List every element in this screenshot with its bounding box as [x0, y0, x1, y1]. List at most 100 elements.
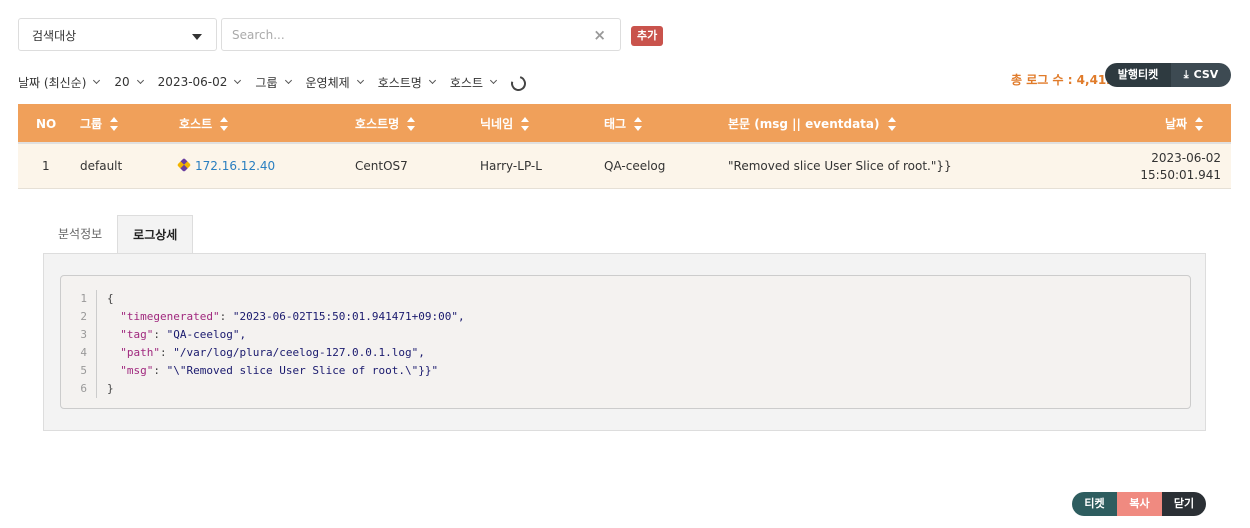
chevron-down-icon [489, 76, 498, 84]
column-label: 그룹 [80, 117, 103, 131]
line-number: 4 [80, 346, 87, 359]
cell-tag: QA-ceelog [604, 159, 666, 173]
filter-date[interactable]: 2023-06-02 [157, 75, 242, 89]
column-label: 날짜 [1165, 117, 1188, 131]
sort-icon[interactable] [1195, 116, 1204, 132]
column-date[interactable]: 날짜 [1165, 104, 1204, 144]
filter-label: 20 [114, 75, 130, 89]
sort-icon[interactable] [220, 116, 229, 132]
ticket-button[interactable]: 티켓 [1072, 492, 1117, 516]
json-value: "2023-06-02T15:50:01.941471+09:00", [232, 310, 465, 323]
json-key: "msg" [120, 364, 154, 377]
tab-log-detail[interactable]: 로그상세 [117, 215, 194, 254]
cell-hostname: CentOS7 [355, 159, 408, 173]
filter-label: 호스트 [449, 75, 483, 90]
caret-down-icon [192, 34, 202, 40]
search-target-label: 검색대상 [32, 29, 77, 43]
line-number: 2 [80, 310, 87, 323]
column-label: 닉네임 [480, 117, 514, 131]
total-log-count: 총 로그 수 : 4,412 [1011, 73, 1115, 87]
json-key: "tag" [120, 328, 154, 341]
column-nickname[interactable]: 닉네임 [480, 104, 530, 144]
column-tag[interactable]: 태그 [604, 104, 643, 144]
column-label: 태그 [604, 117, 627, 131]
code-line: { [107, 290, 465, 308]
column-label: 호스트 [179, 117, 213, 131]
filter-label: 날짜 (최신순) [18, 75, 87, 90]
column-label: NO [36, 117, 57, 131]
filter-page-size[interactable]: 20 [114, 75, 144, 89]
filter-label: 2023-06-02 [157, 75, 228, 89]
cell-group: default [80, 159, 123, 173]
filter-sort-date[interactable]: 날짜 (최신순) [18, 74, 101, 91]
json-value: "QA-ceelog", [166, 328, 247, 341]
code-line: } [107, 380, 465, 398]
cell-no: 1 [42, 159, 50, 173]
log-table: NO 그룹 호스트 호스트명 닉네임 태그 본문 (msg || eventda… [18, 104, 1231, 189]
cell-host[interactable]: 172.16.12.40 [176, 144, 275, 189]
chevron-down-icon [428, 76, 436, 84]
csv-export-button[interactable]: ⤓ CSV [1171, 63, 1231, 87]
sort-icon[interactable] [407, 116, 416, 132]
search-input[interactable] [232, 26, 582, 44]
column-label: 호스트명 [355, 117, 400, 131]
column-label: 본문 (msg || eventdata) [728, 117, 880, 131]
download-icon: ⤓ [1183, 68, 1189, 81]
brace-open: { [107, 292, 114, 305]
sort-icon[interactable] [521, 116, 530, 132]
line-number-gutter: 1 2 3 4 5 6 [61, 290, 97, 398]
csv-label: CSV [1193, 68, 1219, 81]
code-line: "msg": "\"Removed slice User Slice of ro… [120, 364, 439, 377]
filter-label: 그룹 [255, 75, 278, 90]
issued-tickets-button[interactable]: 발행티켓 [1105, 63, 1171, 87]
line-number: 3 [80, 328, 87, 341]
host-os-icon [176, 157, 192, 172]
cell-date: 2023-06-02 15:50:01.941 [1140, 150, 1221, 184]
host-link[interactable]: 172.16.12.40 [195, 159, 275, 173]
code-line: "timegenerated": "2023-06-02T15:50:01.94… [120, 310, 465, 323]
copy-button[interactable]: 복사 [1117, 492, 1162, 516]
tab-analysis-info[interactable]: 분석정보 [43, 215, 117, 254]
column-group[interactable]: 그룹 [80, 104, 119, 144]
code-line: "path": "/var/log/plura/ceelog-127.0.0.1… [120, 346, 425, 359]
date-value: 2023-06-02 [1151, 151, 1221, 165]
code-line: "tag": "QA-ceelog", [120, 328, 247, 341]
filter-os[interactable]: 운영체제 [305, 74, 364, 91]
brace-close: } [107, 382, 114, 395]
column-host[interactable]: 호스트 [179, 104, 229, 144]
filter-bar: 날짜 (최신순) 20 2023-06-02 그룹 운영체제 호스트명 호스트 [18, 72, 529, 94]
code-lines: { "timegenerated": "2023-06-02T15:50:01.… [107, 290, 465, 398]
sort-icon[interactable] [634, 116, 643, 132]
cell-nickname: Harry-LP-L [480, 159, 542, 173]
json-key: "path" [120, 346, 160, 359]
close-button[interactable]: 닫기 [1162, 492, 1206, 516]
chevron-down-icon [93, 76, 101, 84]
sort-icon[interactable] [110, 116, 119, 132]
search-target-select[interactable]: 검색대상 [18, 18, 217, 51]
json-value: "\"Removed slice User Slice of root.\"}}… [166, 364, 439, 377]
refresh-icon[interactable] [508, 72, 529, 94]
action-button-group: 티켓 복사 닫기 [1072, 492, 1206, 516]
filter-hostname[interactable]: 호스트명 [378, 74, 436, 91]
sort-icon[interactable] [887, 116, 896, 132]
column-no: NO [36, 104, 56, 144]
column-hostname[interactable]: 호스트명 [355, 104, 416, 144]
filter-group[interactable]: 그룹 [255, 74, 292, 91]
json-key: "timegenerated" [120, 310, 220, 323]
clear-icon[interactable]: × [593, 27, 606, 43]
search-input-wrapper: × [221, 18, 621, 51]
add-button[interactable]: 추가 [631, 26, 664, 46]
code-viewer[interactable]: 1 2 3 4 5 6 { "timegenerated": "2023-06-… [60, 275, 1191, 409]
chevron-down-icon [356, 76, 364, 84]
filter-host[interactable]: 호스트 [449, 74, 498, 91]
chevron-down-icon [234, 76, 242, 84]
filter-label: 운영체제 [305, 75, 350, 90]
chevron-down-icon [136, 76, 144, 84]
table-row[interactable]: 1 default 172.16.12.40 CentOS7 Harry-LP-… [18, 144, 1231, 189]
time-value: 15:50:01.941 [1140, 168, 1221, 182]
detail-tabs: 분석정보 로그상세 [43, 215, 194, 254]
table-header: NO 그룹 호스트 호스트명 닉네임 태그 본문 (msg || eventda… [18, 104, 1231, 144]
column-message[interactable]: 본문 (msg || eventdata) [728, 104, 896, 144]
line-number: 5 [80, 364, 87, 377]
line-number: 1 [80, 292, 87, 305]
